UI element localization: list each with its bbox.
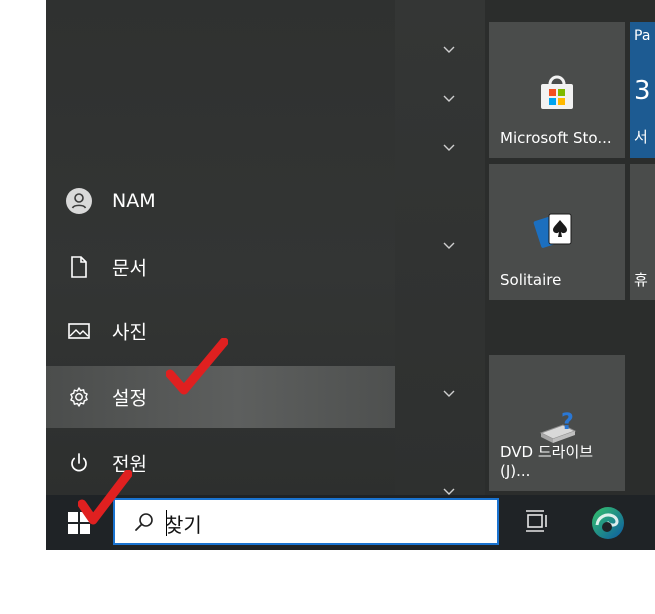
tile-partial-bottom: 서 <box>634 128 648 146</box>
gear-icon <box>70 387 88 407</box>
chevron-down-icon[interactable] <box>442 140 456 154</box>
rail-settings-label: 설정 <box>112 387 147 410</box>
user-avatar-icon <box>66 188 92 214</box>
task-view-icon[interactable] <box>522 507 550 535</box>
tile-solitaire[interactable]: Solitaire <box>489 164 625 300</box>
rail-pictures[interactable]: 사진 <box>46 300 395 362</box>
tile-microsoft-store[interactable]: Microsoft Sto... <box>489 22 625 158</box>
chevron-down-icon[interactable] <box>442 42 456 56</box>
chevron-down-icon[interactable] <box>442 238 456 252</box>
rail-pictures-label: 사진 <box>112 321 147 344</box>
power-icon <box>71 453 87 472</box>
tile-partial-top: Pa <box>634 28 651 44</box>
tile-partial-second[interactable]: 휴 <box>630 164 655 300</box>
rail-user-account[interactable]: NAM <box>46 170 395 232</box>
store-bag-icon <box>541 75 573 109</box>
tile-dvd-label: DVD 드라이브 (J)... <box>500 443 594 480</box>
start-left-rail: NAM 문서 사진 설정 전원 <box>46 0 395 495</box>
tiles-area: Microsoft Sto... Pa 3 서 Solitaire 휴 ? DV… <box>485 0 655 495</box>
tile-dvd-drive[interactable]: ? DVD 드라이브 (J)... <box>489 355 625 491</box>
app-list <box>395 0 485 495</box>
taskbar-search-box[interactable]: 찾기 <box>113 498 499 545</box>
tile-solitaire-label: Solitaire <box>500 271 562 289</box>
edge-browser-icon[interactable] <box>588 503 628 543</box>
chevron-down-icon[interactable] <box>442 91 456 105</box>
windows-logo-icon <box>68 512 90 534</box>
tile-partial-second-label: 휴 <box>634 271 648 289</box>
rail-power-label: 전원 <box>112 453 147 476</box>
dvd-drive-icon: ? <box>539 410 577 443</box>
rail-user-label: NAM <box>112 190 156 212</box>
rail-power[interactable]: 전원 <box>46 432 395 494</box>
chevron-down-icon[interactable] <box>442 386 456 400</box>
rail-documents-label: 문서 <box>112 257 147 280</box>
tile-partial-weather[interactable]: Pa 3 서 <box>630 22 655 158</box>
search-placeholder: 찾기 <box>165 513 202 537</box>
tile-store-label: Microsoft Sto... <box>500 129 612 147</box>
document-icon <box>71 256 87 278</box>
taskbar: 찾기 <box>46 495 655 550</box>
search-icon <box>135 513 153 531</box>
rail-settings[interactable]: 설정 <box>46 366 395 428</box>
tile-partial-number: 3 <box>634 76 651 106</box>
start-button[interactable] <box>46 495 112 550</box>
start-menu-screenshot: NAM 문서 사진 설정 전원 Microsoft Sto... Pa 3 서 … <box>46 0 655 550</box>
solitaire-cards-icon <box>533 213 572 248</box>
rail-documents[interactable]: 문서 <box>46 236 395 298</box>
picture-icon <box>68 323 90 339</box>
svg-text:?: ? <box>561 410 574 435</box>
